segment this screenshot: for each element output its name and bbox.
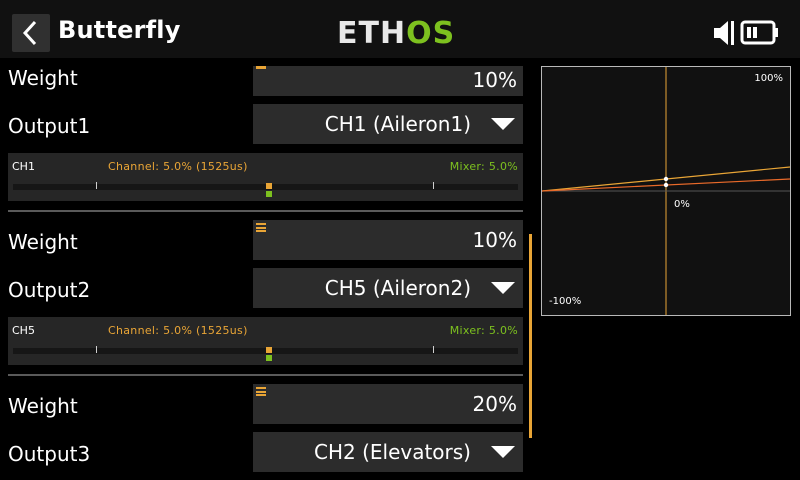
output-select-2[interactable]: CH5 (Aileron2) (253, 268, 523, 308)
output-select-1[interactable]: CH1 (Aileron1) (253, 104, 523, 144)
dropdown-arrow-icon (491, 118, 515, 130)
curve-plot (542, 67, 790, 315)
mixer-value-bar (266, 355, 272, 361)
graph-label-center: 0% (674, 199, 690, 210)
settings-list[interactable]: Weight 10% Output1 CH1 (Aileron1) CH1 Ch… (0, 58, 530, 480)
header-bar: Butterfly ETHOS (0, 0, 800, 58)
chevron-left-icon (22, 20, 37, 46)
weight-field-2[interactable]: 10% (253, 220, 523, 260)
drag-handle-icon[interactable] (256, 387, 266, 396)
weight-label-3: Weight (8, 394, 78, 418)
channel-value-bar (266, 183, 272, 189)
divider (8, 374, 523, 376)
output-select-3[interactable]: CH2 (Elevators) (253, 432, 523, 472)
drag-handle-icon[interactable] (256, 66, 266, 69)
graph-label-bottom: -100% (549, 296, 582, 307)
ethos-logo: ETHOS (337, 16, 456, 51)
weight-field-1[interactable]: 10% (253, 66, 523, 96)
output-label-1: Output1 (8, 114, 91, 138)
output-label-2: Output2 (8, 278, 91, 302)
divider (8, 210, 523, 212)
weight-label-1: Weight (8, 66, 78, 90)
weight-field-3[interactable]: 20% (253, 384, 523, 424)
channel-value-bar (266, 347, 272, 353)
curve-graph: 100% 0% -100% (541, 66, 791, 316)
drag-handle-icon[interactable] (256, 223, 266, 232)
channel-monitor-2: CH5 Channel: 5.0% (1525us) Mixer: 5.0% (8, 317, 523, 365)
mixer-value-bar (266, 191, 272, 197)
scrollbar[interactable] (529, 234, 532, 438)
dropdown-arrow-icon (491, 446, 515, 458)
back-button[interactable] (12, 14, 50, 52)
battery-icon[interactable] (740, 18, 780, 48)
channel-monitor-1: CH1 Channel: 5.0% (1525us) Mixer: 5.0% (8, 153, 523, 201)
output-label-3: Output3 (8, 442, 91, 466)
page-title: Butterfly (58, 16, 181, 44)
weight-label-2: Weight (8, 230, 78, 254)
dropdown-arrow-icon (491, 282, 515, 294)
graph-label-top: 100% (754, 73, 783, 84)
